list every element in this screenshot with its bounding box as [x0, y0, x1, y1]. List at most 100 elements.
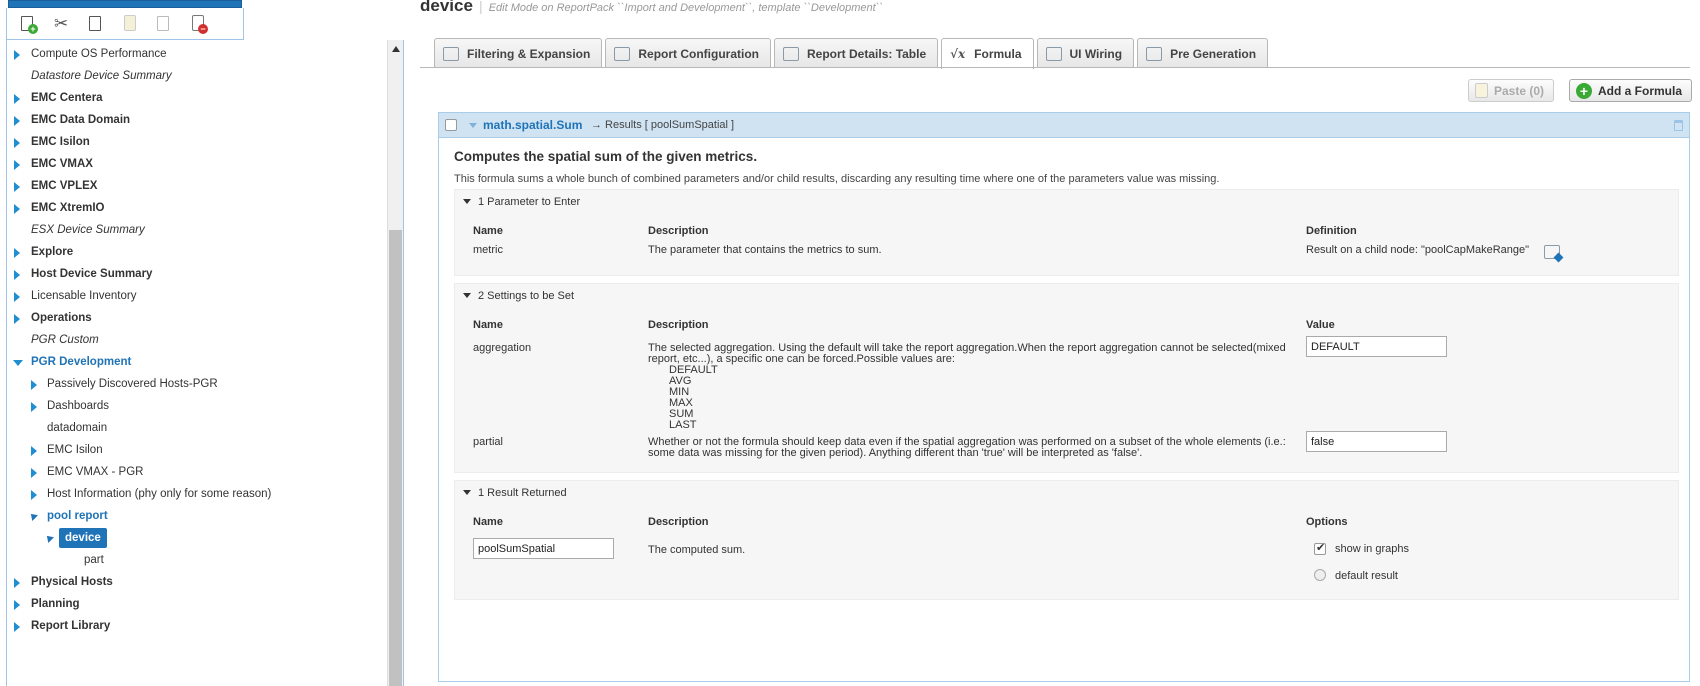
expand-arrow-icon[interactable] [14, 204, 20, 214]
column-header: Description [648, 225, 709, 237]
column-header: Name [473, 516, 503, 528]
param-description: The parameter that contains the metrics … [648, 244, 882, 256]
tree-item-label: Dashboards [47, 400, 110, 412]
main-panel: device | Edit Mode on ReportPack ``Impor… [420, 0, 1700, 686]
tree-item-label: EMC VMAX - PGR [47, 466, 144, 478]
tree-item-label: EMC Isilon [31, 136, 90, 148]
tree-frame: Compute OS Performance Datastore Device … [6, 40, 404, 686]
expand-arrow-icon[interactable] [31, 402, 37, 412]
param-definition: Result on a child node: "poolCapMakeRang… [1306, 244, 1530, 256]
paste-button[interactable]: Paste (0) [1468, 79, 1555, 102]
aggregation-input[interactable] [1306, 336, 1447, 357]
column-header: Options [1306, 516, 1348, 528]
collapse-icon[interactable] [463, 199, 471, 204]
tab-bar: Filtering & Expansion Report Configurati… [434, 38, 1269, 69]
option-default: DEFAULT [669, 364, 718, 376]
result-description: The computed sum. [648, 544, 746, 556]
collapse-arrow-icon[interactable] [28, 511, 38, 521]
tab-ui-wiring[interactable]: UI Wiring [1036, 38, 1135, 68]
page-title: device [420, 0, 473, 15]
tree-item-label: EMC Data Domain [31, 114, 131, 126]
option-last: LAST [669, 419, 697, 431]
add-formula-button[interactable]: + Add a Formula [1569, 79, 1693, 102]
tree-item-label: EMC Isilon [47, 444, 103, 456]
expand-arrow-icon[interactable] [14, 314, 20, 324]
expand-arrow-icon[interactable] [14, 50, 20, 60]
expand-arrow-icon[interactable] [31, 446, 37, 456]
formula-panel: math.spatial.Sum → Results [ poolSumSpat… [438, 112, 1690, 682]
tree-item-label: Planning [31, 598, 80, 610]
expand-arrow-icon[interactable] [14, 270, 20, 280]
tree-item-label: Passively Discovered Hosts-PGR [47, 378, 218, 390]
expand-arrow-icon[interactable] [14, 160, 20, 170]
paste-icon[interactable] [120, 14, 140, 34]
tree-scrollbar[interactable] [387, 40, 403, 686]
collapse-icon[interactable] [463, 490, 471, 495]
tree-item-label: Datastore Device Summary [31, 70, 172, 82]
paste-disabled-icon[interactable] [154, 14, 174, 34]
settings-header[interactable]: 2 Settings to be Set [463, 290, 574, 302]
trash-icon[interactable] [1674, 120, 1683, 131]
column-header: Description [648, 319, 709, 331]
expand-arrow-icon[interactable] [31, 380, 37, 390]
result-name-input[interactable] [473, 538, 614, 559]
expand-arrow-icon[interactable] [14, 600, 20, 610]
tab-filtering-expansion[interactable]: Filtering & Expansion [434, 38, 603, 68]
collapse-arrow-icon[interactable] [13, 360, 23, 366]
column-header: Definition [1306, 225, 1357, 237]
expand-arrow-icon[interactable] [31, 490, 37, 500]
setting-name: aggregation [473, 342, 532, 354]
delete-node-icon[interactable]: − [188, 14, 208, 34]
tab-report-details-table[interactable]: Report Details: Table [774, 38, 939, 68]
expand-arrow-icon[interactable] [31, 468, 37, 478]
results-section: 1 Result Returned Name Description Optio… [454, 480, 1679, 600]
formula-select-checkbox[interactable] [445, 119, 457, 131]
setting-name: partial [473, 436, 503, 448]
report-config-icon [614, 46, 631, 61]
expand-arrow-icon[interactable] [14, 292, 20, 302]
tab-label: UI Wiring [1069, 46, 1123, 61]
expand-arrow-icon[interactable] [14, 138, 20, 148]
setting-description: The selected aggregation. Using the defa… [648, 343, 1293, 431]
expand-arrow-icon[interactable] [14, 116, 20, 126]
expand-arrow-icon[interactable] [14, 182, 20, 192]
show-in-graphs-checkbox[interactable] [1314, 541, 1326, 555]
section-title: 1 Result Returned [478, 487, 567, 499]
tree-item-label: EMC XtremIO [31, 202, 105, 214]
formula-icon: √x [950, 47, 966, 61]
tree-toolbar: + ✂ − [6, 8, 244, 40]
collapse-icon[interactable] [463, 293, 471, 298]
expand-arrow-icon[interactable] [14, 248, 20, 258]
calendar-icon [1146, 46, 1163, 61]
scroll-up-icon[interactable] [392, 46, 400, 52]
parameters-header[interactable]: 1 Parameter to Enter [463, 196, 580, 208]
tree-item-label: Host Device Summary [31, 268, 153, 280]
formula-name: math.spatial.Sum [483, 118, 583, 132]
scroll-thumb[interactable] [389, 230, 402, 686]
tab-pre-generation[interactable]: Pre Generation [1137, 38, 1269, 68]
expand-arrow-icon[interactable] [14, 578, 20, 588]
expand-arrow-icon[interactable] [14, 94, 20, 104]
partial-input[interactable] [1306, 431, 1447, 452]
formula-description: This formula sums a whole bunch of combi… [454, 173, 1220, 185]
edit-definition-icon[interactable] [1544, 245, 1560, 259]
tab-label: Report Details: Table [807, 46, 927, 61]
results-header[interactable]: 1 Result Returned [463, 487, 567, 499]
setting-description: Whether or not the formula should keep d… [648, 436, 1286, 459]
formula-title: Computes the spatial sum of the given me… [454, 149, 758, 164]
cut-icon[interactable]: ✂ [52, 14, 72, 34]
page-header: device | Edit Mode on ReportPack ``Impor… [420, 0, 883, 18]
copy-icon[interactable] [86, 14, 106, 34]
chevron-down-icon[interactable] [469, 123, 477, 128]
left-panel: + ✂ − Compute OS Performance Datastore D… [0, 0, 404, 686]
tab-report-configuration[interactable]: Report Configuration [605, 38, 772, 68]
column-header: Name [473, 319, 503, 331]
tab-formula[interactable]: √x Formula [941, 38, 1034, 69]
expand-arrow-icon[interactable] [14, 622, 20, 632]
add-node-icon[interactable]: + [18, 14, 38, 34]
collapse-arrow-icon[interactable] [44, 533, 54, 543]
column-header: Name [473, 225, 503, 237]
default-result-radio[interactable] [1314, 569, 1326, 581]
tree-item-label: PGR Development [31, 356, 132, 368]
tree-item-label: ESX Device Summary [31, 224, 145, 236]
